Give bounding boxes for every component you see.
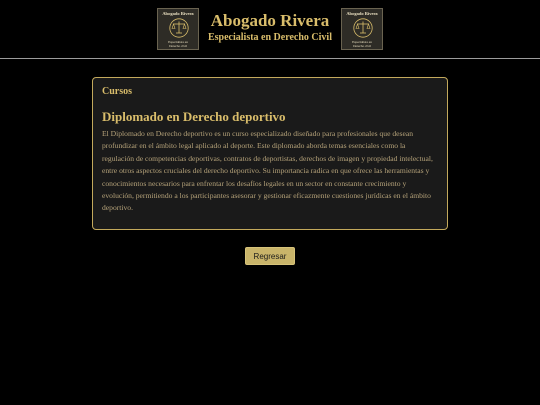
site-title: Abogado Rivera	[210, 11, 330, 30]
logo-left: Abogado Rivera Especialista en Derecho c…	[157, 8, 199, 50]
site-subtitle: Especialista en Derecho Civil	[208, 32, 332, 43]
logo-top-text: Abogado Rivera	[346, 11, 378, 16]
site-header: Abogado Rivera Especialista en Derecho c…	[0, 0, 540, 59]
scales-of-justice-icon	[353, 18, 373, 38]
course-description: El Diplomado en Derecho deportivo es un …	[102, 129, 433, 213]
logo-right: Abogado Rivera Especialista en Derecho c…	[341, 8, 383, 50]
logo-top-text: Abogado Rivera	[162, 11, 194, 16]
course-title: Diplomado en Derecho deportivo	[102, 109, 286, 124]
logo-bottom-line2: Derecho civil	[353, 44, 371, 48]
scales-of-justice-icon	[169, 18, 189, 38]
logo-bottom-line2: Derecho civil	[169, 44, 187, 48]
card-header: Cursos	[102, 86, 133, 97]
course-card: Cursos Diplomado en Derecho deportivo El…	[92, 77, 448, 230]
back-button[interactable]: Regresar	[245, 247, 295, 265]
